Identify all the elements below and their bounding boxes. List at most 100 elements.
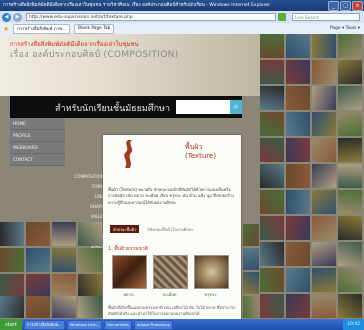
page-viewport: การสร้างสื่อสิ่งพิมพ์มัลติมีเดียจากเรื่อ…	[0, 34, 364, 319]
band-title: สำหรับนักเรียนชั้นมัธยมศึกษา	[55, 104, 171, 114]
section-subtext: ชนิดของพื้นผิวในงานศิลปะ	[147, 227, 194, 232]
browser-search-input[interactable]: Live Search	[292, 13, 360, 21]
taskbar-item[interactable]: Adobe Photoshop	[133, 319, 174, 330]
taskbar-item[interactable]: การสร้างสื่อสิ่งพิมพ์...	[24, 319, 65, 330]
menu-item-line[interactable]: LINE	[64, 194, 104, 204]
mosaic-photo-tile	[260, 190, 284, 214]
mosaic-photo-tile	[52, 222, 76, 246]
search-icon[interactable]: ⌕	[230, 100, 242, 114]
address-bar: ◀ ▶ http://www.edu-supervision.net/art/t…	[0, 11, 364, 23]
site-search-input[interactable]	[176, 100, 230, 114]
favorites-star-icon[interactable]: ★	[3, 25, 9, 33]
mosaic-photo-tile	[286, 138, 310, 162]
mosaic-photo-tile	[243, 248, 259, 270]
mosaic-photo-tile	[26, 296, 50, 318]
taskbar: start การสร้างสื่อสิ่งพิมพ์... Windows L…	[0, 319, 364, 330]
mosaic-photo-tile	[312, 60, 336, 84]
mosaic-photo-tile	[243, 296, 259, 318]
mosaic-photo-tile	[286, 164, 310, 188]
mosaic-photo-tile	[312, 242, 336, 266]
mosaic-photo-tile	[260, 34, 284, 58]
mosaic-photo-tile	[338, 164, 362, 188]
start-button[interactable]: start	[0, 319, 22, 330]
system-clock: 10:42	[343, 319, 364, 330]
site-header: การสร้างสื่อสิ่งพิมพ์มัลติมีเดียจากเรื่อ…	[0, 34, 260, 96]
mosaic-photo-tile	[78, 274, 102, 298]
texture-sculpture-icon	[124, 140, 133, 168]
tab-blank[interactable]: Blank Page Tab	[74, 23, 115, 34]
menu-item-composition[interactable]: COMPOSITION	[64, 174, 104, 184]
photo-caption-rough: หยาบ	[123, 292, 134, 297]
mosaic-photo-tile	[26, 248, 50, 272]
mosaic-photo-tile	[338, 268, 362, 292]
mosaic-photo-tile	[260, 242, 284, 266]
photo-caption-fine: ละเอียด	[162, 292, 177, 297]
mosaic-photo-tile	[52, 248, 76, 272]
forward-button[interactable]: ▶	[13, 12, 22, 22]
mosaic-photo-tile	[338, 242, 362, 266]
mosaic-photo-tile	[260, 294, 284, 318]
mosaic-photo-tile	[286, 60, 310, 84]
close-button[interactable]: ×	[352, 0, 363, 11]
mosaic-photo-tile	[312, 164, 336, 188]
mosaic-photo-tile	[338, 216, 362, 240]
tab-current[interactable]: การสร้างสื่อสิ่งพิมพ์ ภาพ...	[13, 23, 71, 34]
taskbar-item[interactable]: Documents	[104, 319, 132, 330]
maximize-button[interactable]: □	[340, 0, 351, 11]
mosaic-photo-tile	[286, 268, 310, 292]
mosaic-photo-tile	[286, 34, 310, 58]
section-heading: 1. พื้นผิวธรรมชาติ	[108, 246, 148, 252]
mosaic-photo-tile	[52, 296, 76, 318]
mosaic-photo-tile	[338, 294, 362, 318]
back-button[interactable]: ◀	[2, 12, 11, 22]
section-subhead: ลักษณะพื้นผิว	[110, 225, 140, 233]
mosaic-photo-tile	[312, 190, 336, 214]
mosaic-photo-tile	[260, 138, 284, 162]
mosaic-photo-tile	[260, 164, 284, 188]
mosaic-photo-tile	[260, 86, 284, 110]
go-button[interactable]	[278, 13, 286, 21]
nav-item-profile[interactable]: PROFILE	[10, 130, 65, 142]
main-nav: HOME PROFILE WEBBOARD CONTACT	[10, 118, 65, 166]
header-title: เรื่อง องค์ประกอบศิลป์ (COMPOSITION)	[10, 50, 179, 60]
texture-photo-rough	[112, 255, 147, 289]
mosaic-photo-tile	[286, 86, 310, 110]
mosaic-photo-tile	[338, 34, 362, 58]
mosaic-photo-tile	[0, 248, 24, 272]
taskbar-item[interactable]: Windows Live...	[66, 319, 103, 330]
toolbar-tools[interactable]: Page ▾ Tools ▾	[330, 26, 360, 31]
window-title: การสร้างสื่อสิ่งพิมพ์มัลติมีเดียจากเรื่อ…	[3, 3, 271, 8]
mosaic-photo-tile	[338, 86, 362, 110]
article-footer-text: พื้นผิวที่เกิดขึ้นเองตามธรรมชาติ เช่น เป…	[108, 305, 236, 316]
mosaic-photo-tile	[312, 138, 336, 162]
mosaic-photo-tile	[286, 112, 310, 136]
menu-item-form[interactable]: FORM	[64, 184, 104, 194]
menu-item-shape[interactable]: SHAPE	[64, 204, 104, 214]
mosaic-photo-tile	[78, 248, 102, 272]
mosaic-photo-tile	[312, 34, 336, 58]
nav-item-contact[interactable]: CONTACT	[10, 154, 65, 166]
mosaic-photo-tile	[78, 222, 102, 246]
minimize-button[interactable]: _	[328, 0, 339, 11]
window-titlebar: การสร้างสื่อสิ่งพิมพ์มัลติมีเดียจากเรื่อ…	[0, 0, 364, 11]
mosaic-photo-tile	[260, 112, 284, 136]
url-input[interactable]: http://www.edu-supervision.net/art/textu…	[26, 13, 276, 21]
article-panel: พื้นผิว (Texture) พื้นผิว (Texture) หมาย…	[103, 135, 241, 319]
mosaic-photo-tile	[243, 224, 259, 246]
mosaic-photo-tile	[26, 222, 50, 246]
mosaic-photo-tile	[52, 274, 76, 298]
article-paragraph: พื้นผิว (Texture) หมายถึง ลักษณะของผิวที…	[108, 187, 234, 205]
mosaic-photo-tile	[338, 60, 362, 84]
nav-item-home[interactable]: HOME	[10, 118, 65, 130]
mosaic-photo-tile	[26, 274, 50, 298]
mosaic-photo-tile	[312, 112, 336, 136]
mosaic-photo-tile	[260, 268, 284, 292]
nav-item-webboard[interactable]: WEBBOARD	[10, 142, 65, 154]
mosaic-photo-tile	[286, 294, 310, 318]
mosaic-photo-tile	[260, 216, 284, 240]
mosaic-photo-tile	[312, 86, 336, 110]
texture-photo-fine	[153, 255, 188, 289]
article-title: พื้นผิว (Texture)	[185, 143, 216, 161]
mosaic-photo-tile	[286, 242, 310, 266]
mosaic-photo-tile	[312, 268, 336, 292]
